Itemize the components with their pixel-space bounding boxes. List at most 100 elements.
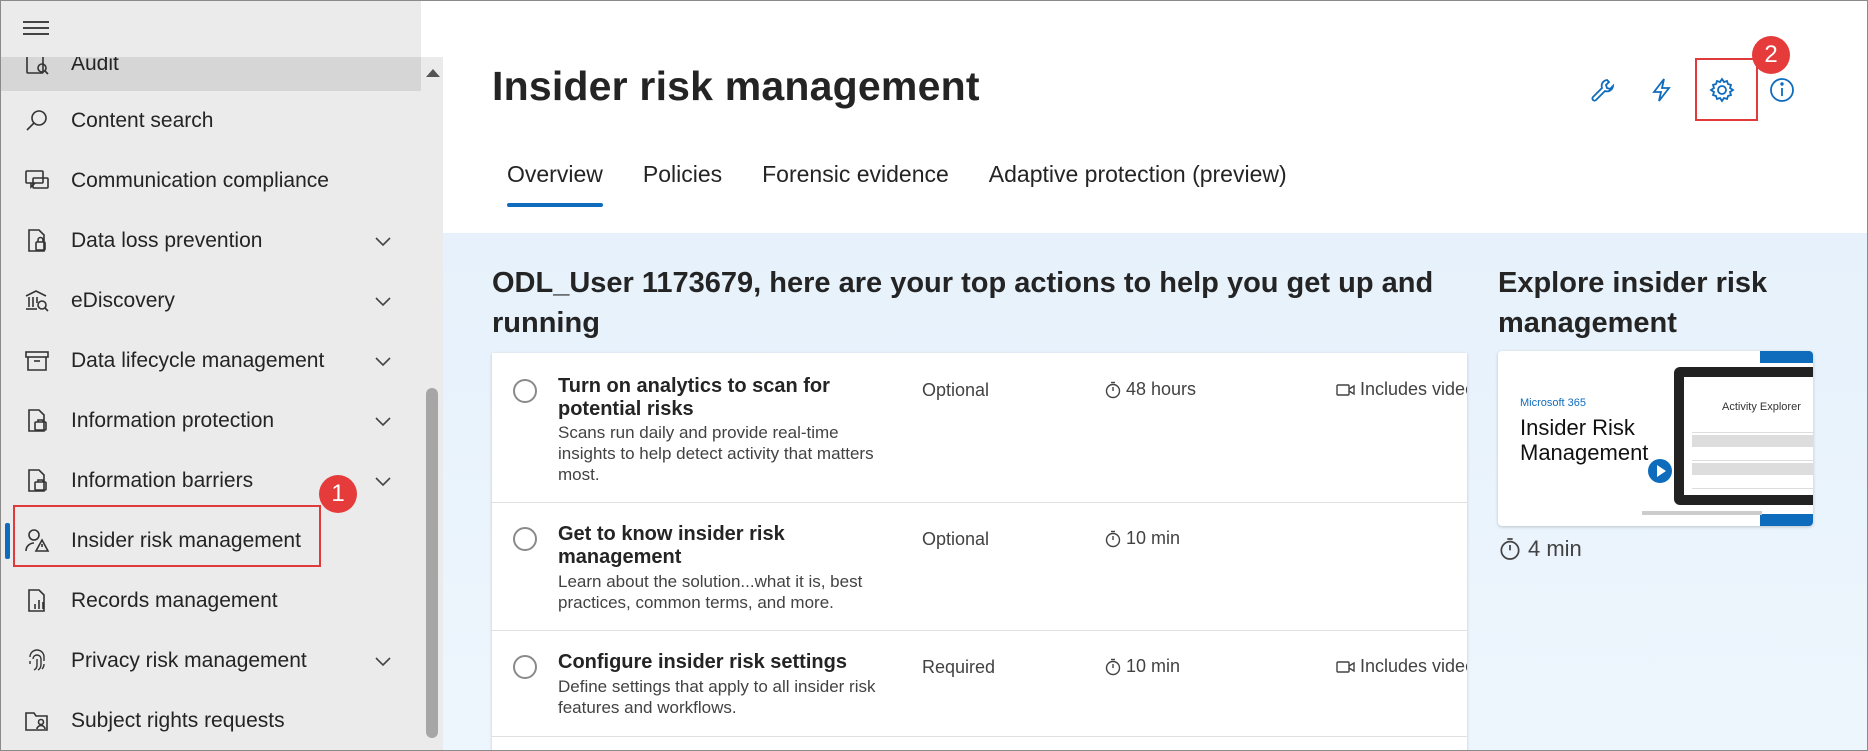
sidebar-item-records-management[interactable]: Records management [1,571,421,631]
action-description: Learn about the solution...what it is, b… [558,572,863,612]
action-title[interactable]: Get to know insider risk management [558,523,888,569]
gear-icon[interactable] [1708,76,1736,104]
sidebar-item-label: Content search [71,109,214,132]
info-icon[interactable] [1768,76,1796,104]
scroll-up-arrow-icon[interactable] [426,69,440,77]
action-requirement: Optional [922,529,990,549]
sidebar-item-label: Information barriers [71,469,254,492]
lock-document-icon [28,229,46,252]
video-icon [1336,383,1355,396]
action-video: Includes video tutor [1336,379,1467,400]
chevron-down-icon[interactable] [373,351,393,371]
device-screen: Activity Explorer [1684,377,1813,495]
chevron-down-icon[interactable] [373,651,393,671]
sidebar-item-information-barriers[interactable]: Information barriers [1,451,421,511]
screen-row [1692,463,1813,475]
sidebar-item-data-loss-prevention[interactable]: Data loss prevention [1,211,421,271]
timer-icon [1500,538,1520,560]
person-warning-icon [25,529,50,552]
sidebar-item-label: Communication compliance [71,169,329,192]
action-video: Includes video tutor [1336,656,1467,677]
archive-icon [25,351,49,371]
action-time: 48 hours [1104,379,1196,400]
action-radio[interactable] [513,655,537,679]
screen-row [1692,435,1813,447]
chevron-down-icon[interactable] [373,291,393,311]
action-row[interactable]: Turn on analytics to scan for potential … [492,353,1467,503]
sidebar-item-audit[interactable]: Audit [1,57,421,91]
hamburger-menu-icon[interactable] [23,17,49,37]
decorative-bar [1760,514,1813,526]
wrench-icon[interactable] [1589,76,1617,104]
chevron-down-icon[interactable] [373,231,393,251]
action-row[interactable]: Get to know insider risk management Lear… [492,503,1467,631]
actions-list: Turn on analytics to scan for potential … [492,353,1467,750]
timer-icon [1105,658,1121,675]
scrollbar-thumb[interactable] [426,388,438,738]
top-actions-heading: ODL_User 1173679, here are your top acti… [492,267,1434,339]
chevron-down-icon[interactable] [373,411,393,431]
decorative-bar [1760,351,1813,363]
tab-adaptive-protection[interactable]: Adaptive protection (preview) [989,159,1287,209]
sidebar-item-subject-rights-requests[interactable]: Subject rights requests [1,691,421,750]
sidebar-item-label: Insider risk management [71,529,301,552]
flash-icon[interactable] [1648,76,1676,104]
audit-icon [26,57,49,75]
sidebar-item-label: Records management [71,589,278,612]
action-time-label: 48 hours [1126,379,1197,399]
device-base [1642,511,1762,515]
tab-bar: Overview Policies Forensic evidence Adap… [492,159,1327,209]
video-duration: 4 min [1498,536,1582,562]
timer-icon [1105,530,1121,547]
video-icon [1336,660,1355,673]
sidebar: Audit Content search Communication compl… [1,1,421,750]
action-requirement: Required [922,657,996,677]
screen-row [1692,421,1813,433]
chat-icon [25,170,49,189]
bank-search-icon [25,290,49,312]
action-title[interactable]: Turn on analytics to scan for potential … [558,375,888,421]
screen-row [1692,449,1813,461]
sidebar-item-label: Data loss prevention [71,229,263,252]
sidebar-item-label: Information protection [71,409,275,432]
action-description: Scans run daily and provide real-time in… [558,423,874,484]
sidebar-item-data-lifecycle-management[interactable]: Data lifecycle management [1,331,421,391]
screen-row [1692,477,1813,489]
action-time-label: 10 min [1126,656,1181,676]
sidebar-item-label: Privacy risk management [71,649,307,672]
folder-person-icon [25,712,48,731]
tab-overview[interactable]: Overview [492,159,603,209]
sidebar-item-content-search[interactable]: Content search [1,91,421,151]
sidebar-item-label: Subject rights requests [71,709,285,732]
tab-policies[interactable]: Policies [643,159,722,209]
sidebar-item-privacy-risk-management[interactable]: Privacy risk management [1,631,421,691]
video-title: Insider Risk Management [1520,415,1649,465]
action-radio[interactable] [513,527,537,551]
sidebar-item-insider-risk-management[interactable]: Insider risk management [1,511,421,571]
action-time: 10 min [1104,656,1180,677]
sidebar-item-ediscovery[interactable]: eDiscovery [1,271,421,331]
video-thumbnail[interactable]: Activity Explorer Microsoft 365 Insider … [1498,351,1813,526]
action-time: 10 min [1104,528,1180,549]
sidebar-item-label: Audit [71,57,119,75]
annotation-badge-2: 2 [1752,36,1790,74]
chart-document-icon [28,589,45,612]
tab-forensic-evidence[interactable]: Forensic evidence [762,159,949,209]
action-requirement: Optional [922,380,990,400]
action-title[interactable]: Configure insider risk settings [558,651,888,674]
sidebar-nav: Audit Content search Communication compl… [1,57,421,750]
sidebar-item-communication-compliance[interactable]: Communication compliance [1,151,421,211]
sidebar-item-information-protection[interactable]: Information protection [1,391,421,451]
document-briefcase-icon [28,409,47,432]
chevron-down-icon[interactable] [373,471,393,491]
sidebar-item-label: eDiscovery [71,289,175,312]
play-icon[interactable] [1648,459,1672,483]
device-illustration: Activity Explorer [1674,367,1813,505]
action-description: Define settings that apply to all inside… [558,677,876,717]
action-radio[interactable] [513,379,537,403]
action-row[interactable]: Configure insider risk settings Define s… [492,631,1467,737]
app-window: Audit Content search Communication compl… [0,0,1868,751]
overview-content: ODL_User 1173679, here are your top acti… [443,233,1867,750]
action-video-label: Includes video tutor [1360,656,1467,676]
search-icon [26,110,47,131]
